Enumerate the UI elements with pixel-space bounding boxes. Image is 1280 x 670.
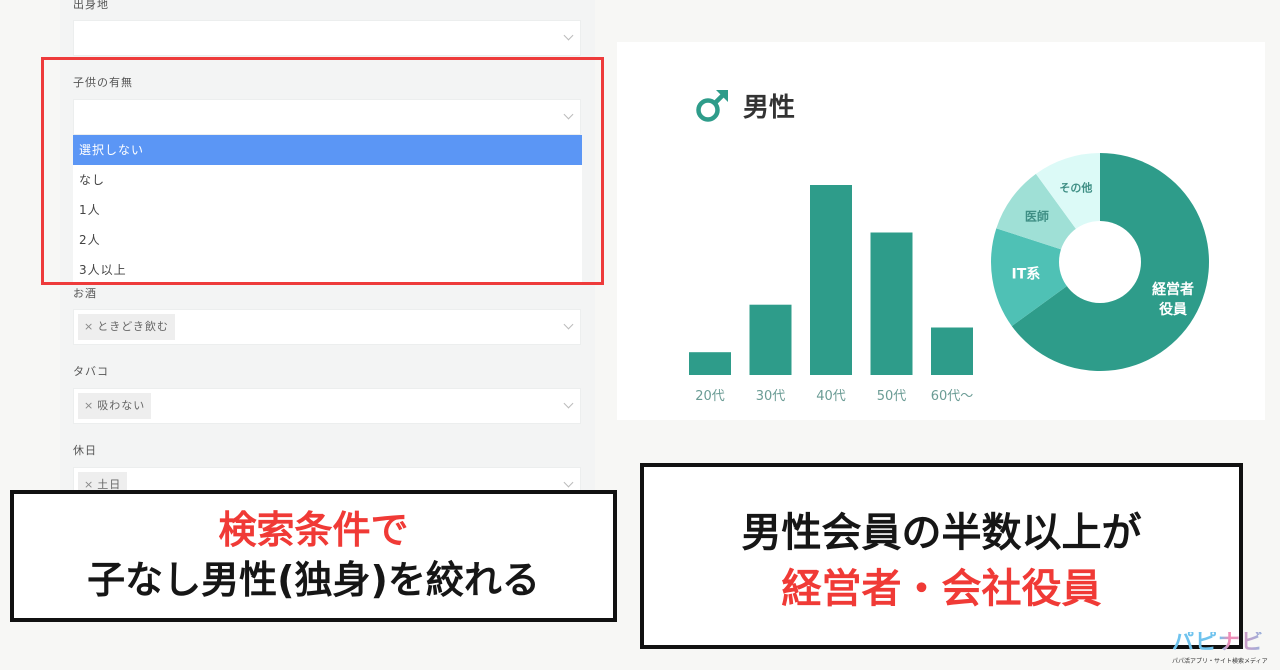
logo-mark: パピナビ [1172,632,1277,654]
male-stats-card: 男性 20代 30代 40代 50代 60代〜 経営者 役員 IT系 医師 その他 [617,42,1265,420]
caption-left-line1: 検索条件で [218,508,409,552]
caption-right-line1: 男性会員の半数以上が [741,510,1142,556]
remove-tag-icon[interactable]: × [84,399,94,412]
pie-label: 役員 [1159,301,1187,318]
x-tick-label: 20代 [695,389,725,404]
bar-50代 [870,232,913,375]
donut-hole [1059,221,1141,303]
site-logo[interactable]: パピナビ パパ活アプリ・サイト検索メディア [1172,632,1277,666]
pie-label: 経営者 [1152,281,1194,298]
caption-left: 検索条件で 子なし男性(独身)を絞れる [10,490,617,622]
alcohol-select[interactable]: × ときどき飲む [73,309,581,345]
pie-label: その他 [1059,181,1092,195]
pie-label: IT系 [1012,266,1041,283]
field-label-alcohol: お酒 [73,287,97,300]
bar-20代 [689,352,731,375]
x-tick-label: 50代 [877,389,907,404]
x-tick-label: 30代 [756,389,786,404]
caption-left-line2: 子なし男性(独身)を絞れる [87,558,540,602]
x-tick-label: 40代 [816,389,846,404]
selected-tag: × 吸わない [78,393,152,419]
bar-30代 [749,304,792,375]
field-label-hometown: 出身地 [73,0,109,11]
pie-label: 医師 [1025,208,1049,223]
caption-right-line2: 経営者・会社役員 [781,566,1102,612]
charts-svg: 20代 30代 40代 50代 60代〜 経営者役員 IT系 医師その他 [689,153,1209,404]
bar-40代 [810,185,852,375]
logo-tagline: パパ活アプリ・サイト検索メディア [1172,658,1268,665]
field-label-holiday: 休日 [73,444,97,457]
tag-label: 吸わない [97,399,146,412]
bar-60代〜 [931,327,973,375]
chevron-down-icon [563,477,574,488]
chevron-down-icon [563,319,574,330]
field-label-tobacco: タバコ [73,365,109,378]
hometown-select[interactable] [73,20,581,56]
x-tick-label: 60代〜 [931,389,974,404]
caption-right: 男性会員の半数以上が 経営者・会社役員 [640,463,1243,649]
chevron-down-icon [563,398,574,409]
selected-tag: × ときどき飲む [78,314,175,340]
remove-tag-icon[interactable]: × [84,320,94,333]
chevron-down-icon [563,30,574,41]
tobacco-select[interactable]: × 吸わない [73,388,581,424]
tag-label: ときどき飲む [97,320,169,333]
highlight-box [41,57,604,285]
